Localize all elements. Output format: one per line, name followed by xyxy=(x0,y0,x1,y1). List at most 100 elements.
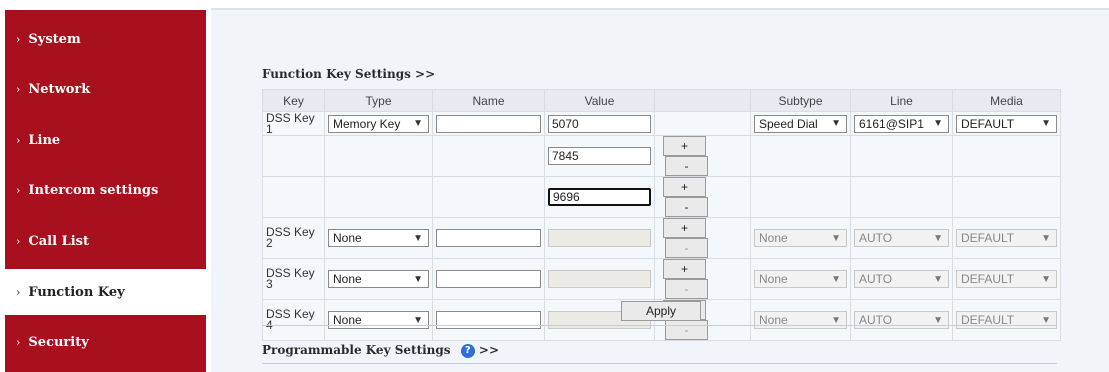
programmable-title-text: Programmable Key Settings xyxy=(262,343,451,357)
dss-key-2-name-input[interactable] xyxy=(436,229,541,247)
dss-key-3-media-select[interactable]: DEFAULT ▼ xyxy=(956,270,1057,288)
chevron-down-icon: ▼ xyxy=(413,273,423,285)
dss-key-1-label: DSS Key 1 xyxy=(266,110,315,136)
chevron-down-icon: ▼ xyxy=(1041,232,1051,244)
dss-key-2-subtype-select[interactable]: None ▼ xyxy=(754,229,847,247)
chevron-down-icon: ▼ xyxy=(831,232,841,244)
select-value: DEFAULT xyxy=(961,272,1015,286)
chevron-right-icon: › xyxy=(16,82,21,96)
section-divider xyxy=(262,363,1057,364)
select-value: None xyxy=(759,272,788,286)
remove-value-button[interactable]: - xyxy=(665,156,708,176)
dss-key-3-name-input[interactable] xyxy=(436,270,541,288)
programmable-key-settings-title: Programmable Key Settings ? >> xyxy=(262,343,499,358)
dss-key-1-value-input[interactable]: 5070 xyxy=(548,114,651,133)
chevron-right-icon: › xyxy=(16,133,21,147)
select-value: None xyxy=(333,272,362,286)
dss-key-3-subtype-select[interactable]: None ▼ xyxy=(754,270,847,288)
header-value: Value xyxy=(544,89,655,112)
remove-value-button[interactable]: - xyxy=(665,238,708,258)
add-value-button[interactable]: + xyxy=(663,136,706,156)
table-row: DSS Key 1 Memory Key ▼ 5070 Speed Dial ▼ 6… xyxy=(262,110,1061,136)
sidebar-item-label: System xyxy=(28,31,81,47)
sidebar-item-network[interactable]: › Network xyxy=(5,66,206,112)
dss-key-3-label: DSS Key 3 xyxy=(266,266,315,291)
dss-key-1-value-input-2[interactable]: 7845 xyxy=(548,147,651,165)
select-value: DEFAULT xyxy=(961,231,1015,245)
header-actions xyxy=(654,89,751,112)
remove-value-button[interactable]: - xyxy=(665,320,708,340)
select-value: AUTO xyxy=(859,272,893,286)
chevron-down-icon: ▼ xyxy=(933,273,943,285)
dss-key-3-type-select[interactable]: None ▼ xyxy=(328,270,429,288)
dss-key-2-line-select[interactable]: AUTO ▼ xyxy=(854,229,949,247)
table-row: 7845 + - xyxy=(262,135,1061,177)
dss-key-2-type-select[interactable]: None ▼ xyxy=(328,229,429,247)
sidebar-item-intercom-settings[interactable]: › Intercom settings xyxy=(5,167,206,213)
add-value-button[interactable]: + xyxy=(663,177,706,197)
chevron-down-icon: ▼ xyxy=(933,232,943,244)
dss-key-2-media-select[interactable]: DEFAULT ▼ xyxy=(956,229,1057,247)
dss-key-3-value-input[interactable] xyxy=(548,270,651,288)
header-media: Media xyxy=(952,89,1061,112)
select-value: None xyxy=(333,231,362,245)
question-circle-icon[interactable]: ? xyxy=(460,343,475,358)
sidebar-item-system[interactable]: › System xyxy=(5,16,206,62)
chevron-down-icon: ▼ xyxy=(933,118,943,129)
sidebar-item-security[interactable]: › Security xyxy=(5,319,206,365)
chevron-right-icon: › xyxy=(16,183,21,197)
function-key-settings-title: Function Key Settings >> xyxy=(262,67,436,81)
select-value: Speed Dial xyxy=(759,116,818,131)
sidebar-item-line[interactable]: › Line xyxy=(5,117,206,163)
apply-button[interactable]: Apply xyxy=(621,301,701,321)
dss-key-1-subtype-select[interactable]: Speed Dial ▼ xyxy=(754,114,847,133)
header-name: Name xyxy=(432,89,545,112)
add-value-button[interactable]: + xyxy=(663,259,706,279)
dss-key-4-name-input[interactable] xyxy=(436,311,541,329)
dss-key-4-line-select[interactable]: AUTO ▼ xyxy=(854,311,949,329)
dss-key-4-subtype-select[interactable]: None ▼ xyxy=(754,311,847,329)
sidebar-item-call-list[interactable]: › Call List xyxy=(5,218,206,264)
chevron-down-icon: ▼ xyxy=(1041,314,1051,326)
chevron-down-icon: ▼ xyxy=(413,118,423,129)
chevron-right-icon: › xyxy=(16,285,21,299)
select-value: None xyxy=(759,231,788,245)
header-subtype: Subtype xyxy=(750,89,851,112)
sidebar: › System › Network › Line › Intercom set… xyxy=(5,10,206,372)
sidebar-item-label: Function Key xyxy=(28,284,125,300)
select-value: DEFAULT xyxy=(961,116,1015,131)
dss-key-1-media-select[interactable]: DEFAULT ▼ xyxy=(956,114,1057,133)
chevron-right-icon: › xyxy=(16,234,21,248)
add-value-button[interactable]: + xyxy=(663,218,706,238)
dss-key-3-line-select[interactable]: AUTO ▼ xyxy=(854,270,949,288)
chevron-right-icon: › xyxy=(16,335,21,349)
chevron-down-icon: ▼ xyxy=(413,314,423,326)
programmable-title-suffix: >> xyxy=(478,343,500,357)
chevron-down-icon: ▼ xyxy=(413,232,423,244)
dss-key-1-name-input[interactable] xyxy=(436,114,541,133)
dss-key-1-line-select[interactable]: 6161@SIP1 ▼ xyxy=(854,114,949,133)
dss-key-4-type-select[interactable]: None ▼ xyxy=(328,311,429,329)
sidebar-item-label: Call List xyxy=(28,233,89,249)
remove-value-button[interactable]: - xyxy=(665,279,708,299)
select-value: Memory Key xyxy=(333,116,401,131)
header-line: Line xyxy=(850,89,953,112)
sidebar-item-label: Intercom settings xyxy=(28,182,159,198)
sidebar-item-function-key[interactable]: › Function Key xyxy=(5,269,206,315)
chevron-down-icon: ▼ xyxy=(933,314,943,326)
dss-key-1-type-select[interactable]: Memory Key ▼ xyxy=(328,114,429,133)
select-value: AUTO xyxy=(859,231,893,245)
dss-key-4-media-select[interactable]: DEFAULT ▼ xyxy=(956,311,1057,329)
header-type: Type xyxy=(324,89,433,112)
chevron-right-icon: › xyxy=(16,32,21,46)
chevron-down-icon: ▼ xyxy=(831,118,841,129)
dss-key-2-value-input[interactable] xyxy=(548,229,651,247)
remove-value-button[interactable]: - xyxy=(665,197,708,217)
chevron-down-icon: ▼ xyxy=(1041,118,1051,129)
table-row: DSS Key 2 None ▼ + - None ▼ AUTO ▼ DEFAULT ▼ xyxy=(262,217,1061,259)
select-value: 6161@SIP1 xyxy=(859,116,924,131)
table-row: DSS Key 3 None ▼ + - None ▼ AUTO ▼ DEFAULT ▼ xyxy=(262,258,1061,300)
dss-key-1-value-input-3[interactable]: 9696 xyxy=(548,188,651,206)
dss-key-4-label: DSS Key 4 xyxy=(266,307,315,331)
chevron-down-icon: ▼ xyxy=(831,314,841,326)
